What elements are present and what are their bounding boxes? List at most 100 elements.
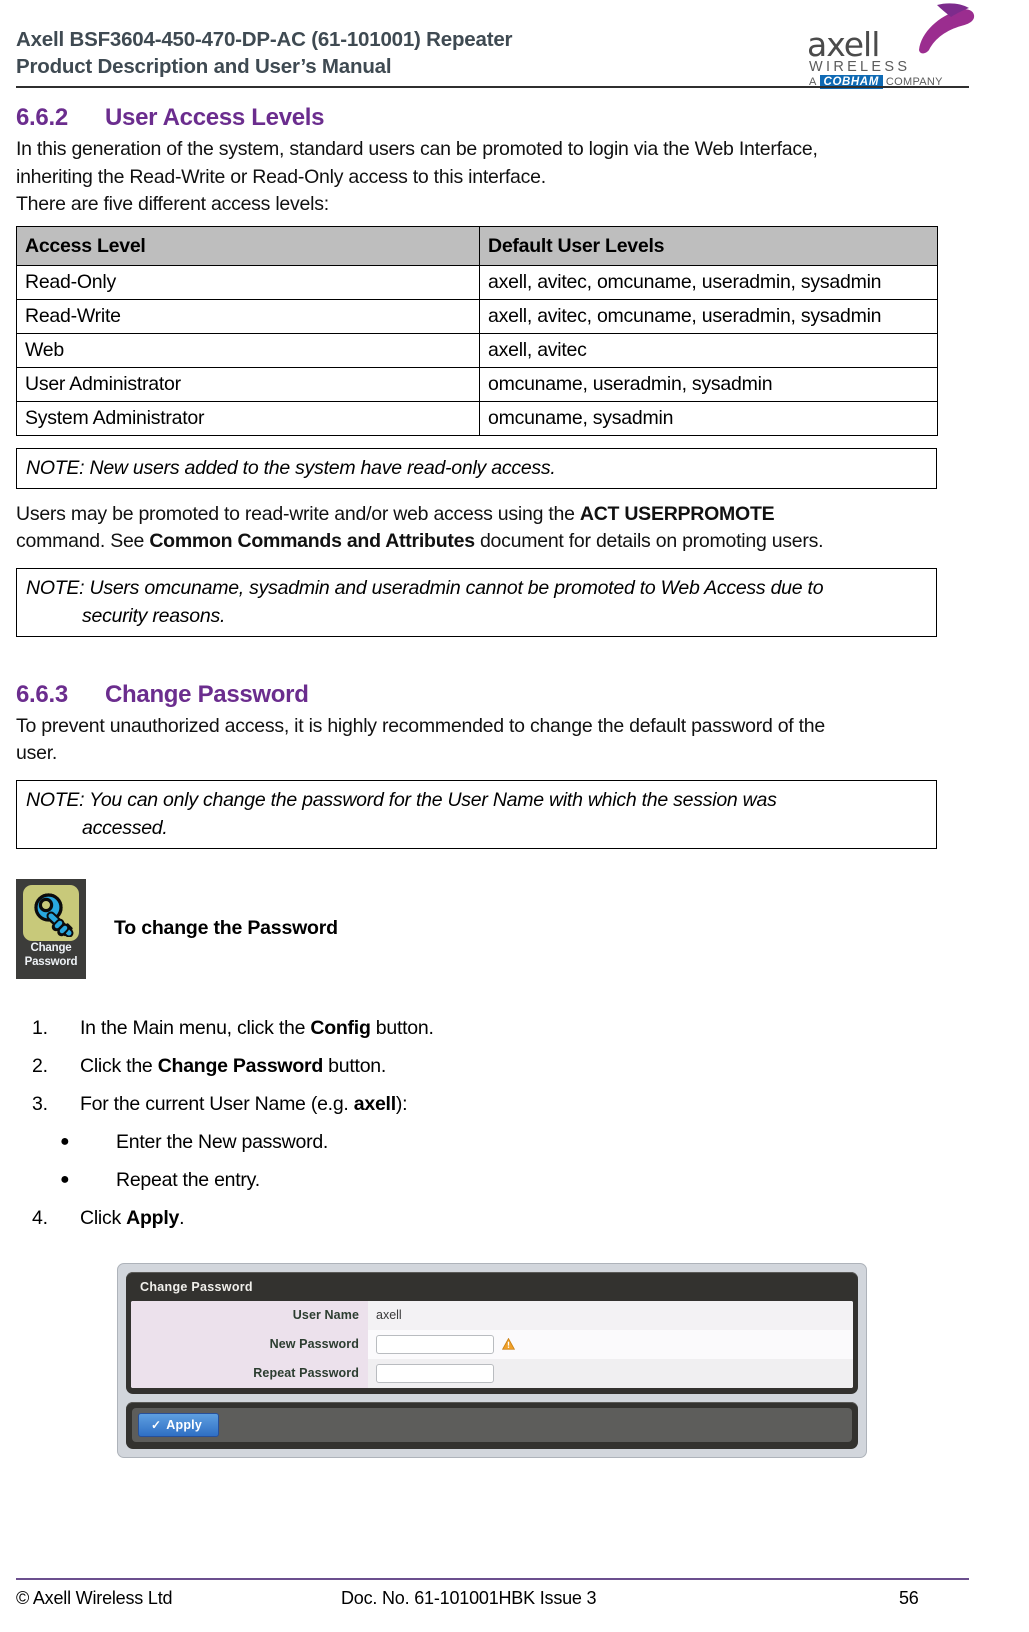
step-marker: 2. xyxy=(32,1054,48,1077)
section-heading-662: 6.6.2 User Access Levels xyxy=(16,104,969,132)
step-marker: 3. xyxy=(32,1092,48,1115)
section-number-662: 6.6.2 xyxy=(16,104,68,131)
section-title-663: Change Password xyxy=(105,680,309,708)
step-text-pre: Click the xyxy=(80,1054,158,1077)
list-item: 1. In the Main menu, click the Config bu… xyxy=(16,1009,969,1047)
intro-line-1: To prevent unauthorized access, it is hi… xyxy=(16,714,825,737)
note-text: NOTE: New users added to the system have… xyxy=(26,456,556,479)
note-text-line-2: security reasons. xyxy=(82,604,226,627)
logo-wireless-text: WIRELESS xyxy=(809,59,911,75)
step-text-post: button. xyxy=(370,1016,434,1039)
value-container-new-password xyxy=(368,1329,853,1359)
paragraph-tail: document for details on promoting users. xyxy=(474,530,824,552)
step-text-post: . xyxy=(179,1206,185,1229)
dialog-footer-bar: ✓ Apply xyxy=(132,1407,852,1442)
cell-access-level: System Administrator xyxy=(16,400,480,436)
check-icon: ✓ xyxy=(151,1417,162,1432)
cell-access-level: Web xyxy=(16,332,480,368)
label-new-password: New Password xyxy=(131,1329,368,1359)
key-icon xyxy=(34,892,74,937)
step-text-post: ): xyxy=(395,1092,408,1115)
section-662-intro: In this generation of the system, standa… xyxy=(16,136,969,219)
table-row: Web axell, avitec xyxy=(16,332,938,368)
note-text-line-2: accessed. xyxy=(82,816,168,839)
step-text: For the current User Name (e.g. axell): xyxy=(80,1085,408,1123)
warning-icon xyxy=(502,1338,515,1350)
logo-wordmark: axell xyxy=(807,25,880,64)
note-text-line-1: NOTE: Users omcuname, sysadmin and usera… xyxy=(26,576,824,599)
icon-caption-line-2: Password xyxy=(24,955,78,968)
cell-default-users: axell, avitec, omcuname, useradmin, sysa… xyxy=(479,298,938,334)
step-marker: 1. xyxy=(32,1016,48,1039)
footer-divider xyxy=(16,1578,969,1580)
page-footer: © Axell Wireless Ltd Doc. No. 61-101001H… xyxy=(16,1588,969,1609)
repeat-password-input[interactable] xyxy=(376,1363,494,1383)
list-item: 3. For the current User Name (e.g. axell… xyxy=(16,1085,969,1123)
common-commands-doc-ref: Common Commands and Attributes xyxy=(149,530,475,552)
step-marker: 4. xyxy=(32,1206,48,1229)
form-row-user-name: User Name axell xyxy=(131,1300,853,1330)
step-text-post: button. xyxy=(323,1054,387,1077)
table-row: User Administrator omcuname, useradmin, … xyxy=(16,366,938,402)
table-header-row: Access Level Default User Levels xyxy=(16,225,938,266)
header-title-line-1: Axell BSF3604-450-470-DP-AC (61-101001) … xyxy=(16,28,513,51)
substep-text: Repeat the entry. xyxy=(116,1168,260,1191)
form-row-repeat-password: Repeat Password xyxy=(131,1358,853,1388)
icon-caption-line-1: Change xyxy=(30,941,72,954)
change-password-final-step: 4. Click Apply. xyxy=(16,1199,969,1237)
page-header: Axell BSF3604-450-470-DP-AC (61-101001) … xyxy=(0,0,1029,92)
cell-default-users: omcuname, sysadmin xyxy=(479,400,938,436)
change-password-steps: 1. In the Main menu, click the Config bu… xyxy=(16,1009,969,1123)
intro-line-3: There are five different access levels: xyxy=(16,193,329,215)
cell-default-users: axell, avitec xyxy=(479,332,938,368)
dialog-footer: ✓ Apply xyxy=(126,1401,858,1449)
new-password-input[interactable] xyxy=(376,1334,494,1354)
value-container-user-name: axell xyxy=(368,1300,853,1330)
apply-button-label: Apply xyxy=(166,1417,202,1432)
userpromote-paragraph: Users may be promoted to read-write and/… xyxy=(16,501,969,556)
list-item: 4. Click Apply. xyxy=(16,1199,969,1237)
change-password-icon-button[interactable]: Change Password xyxy=(16,878,86,979)
bullet-icon: ● xyxy=(60,1132,70,1150)
swoosh-icon xyxy=(919,3,975,54)
step-text-bold: Change Password xyxy=(157,1054,324,1077)
cell-default-users: omcuname, useradmin, sysadmin xyxy=(479,366,938,402)
cell-default-users: axell, avitec, omcuname, useradmin, sysa… xyxy=(479,264,938,300)
step-text: Click the Change Password button. xyxy=(80,1047,386,1085)
step-text-bold: Apply xyxy=(126,1206,180,1229)
step-text: Click Apply. xyxy=(80,1199,185,1237)
footer-page-number: 56 xyxy=(899,1588,919,1608)
apply-button[interactable]: ✓ Apply xyxy=(138,1412,219,1437)
footer-copyright: © Axell Wireless Ltd xyxy=(16,1588,173,1608)
table-row: Read-Write axell, avitec, omcuname, user… xyxy=(16,298,938,334)
section-heading-663: 6.6.3 Change Password xyxy=(16,681,969,709)
list-item: ● Repeat the entry. xyxy=(16,1161,969,1199)
cell-access-level: Read-Only xyxy=(16,264,480,300)
act-userpromote-command: ACT USERPROMOTE xyxy=(579,502,775,525)
user-name-value: axell xyxy=(376,1308,402,1322)
change-password-substeps: ● Enter the New password. ● Repeat the e… xyxy=(16,1123,969,1199)
note-text-line-1: NOTE: You can only change the password f… xyxy=(26,788,777,811)
list-item: ● Enter the New password. xyxy=(16,1123,969,1161)
section-title-662: User Access Levels xyxy=(105,104,325,131)
page-content: 6.6.2 User Access Levels In this generat… xyxy=(16,104,969,1458)
note-box-web-access: NOTE: Users omcuname, sysadmin and usera… xyxy=(16,567,937,637)
step-text-pre: In the Main menu, click the xyxy=(80,1016,311,1039)
access-levels-table: Access Level Default User Levels Read-On… xyxy=(16,225,938,436)
paragraph-continuation: command. See xyxy=(16,530,150,552)
note-box-read-only: NOTE: New users added to the system have… xyxy=(16,447,937,489)
intro-line-2: inheriting the Read-Write or Read-Only a… xyxy=(16,165,546,188)
label-repeat-password: Repeat Password xyxy=(131,1358,368,1388)
label-user-name: User Name xyxy=(131,1300,368,1330)
step-text: In the Main menu, click the Config butto… xyxy=(80,1009,434,1047)
section-number-663: 6.6.3 xyxy=(16,680,68,708)
note-box-session-username: NOTE: You can only change the password f… xyxy=(16,779,937,849)
cell-access-level: Read-Write xyxy=(16,298,480,334)
step-text-bold: Config xyxy=(310,1016,371,1039)
form-row-new-password: New Password xyxy=(131,1329,853,1359)
section-663-intro: To prevent unauthorized access, it is hi… xyxy=(16,713,969,768)
icon-caption: Change Password xyxy=(16,941,86,969)
header-title-block: Axell BSF3604-450-470-DP-AC (61-101001) … xyxy=(16,26,796,80)
axell-wireless-logo: axell WIRELESS A COBHAM COMPANY xyxy=(801,2,977,89)
value-container-repeat-password xyxy=(368,1358,853,1388)
